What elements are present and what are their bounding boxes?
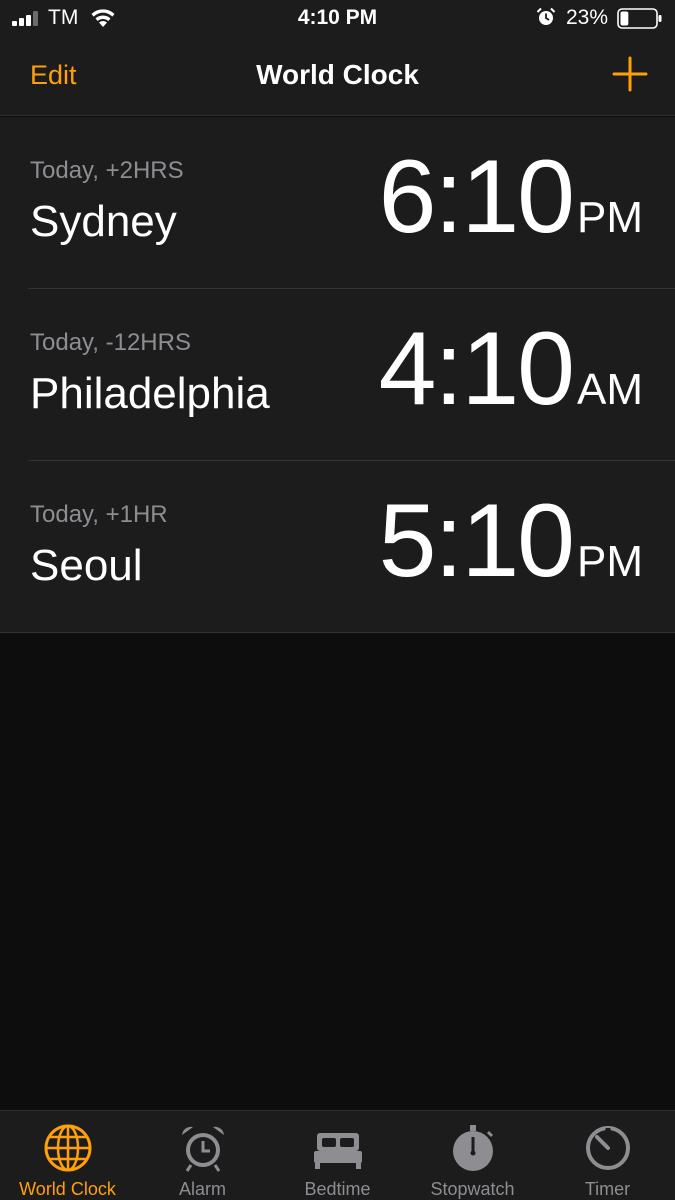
alarm-icon [536, 7, 556, 25]
clock-time: 5:10 PM [379, 489, 643, 593]
battery-percent: 23% [566, 6, 609, 29]
clock-ampm: AM [577, 365, 643, 414]
globe-icon [44, 1124, 91, 1172]
clock-city: Seoul [30, 541, 143, 590]
tab-timer[interactable]: Timer [540, 1111, 675, 1200]
alarm-clock-icon [181, 1126, 224, 1172]
clock-row-philadelphia[interactable]: Today, -12HRS Philadelphia 4:10 AM [0, 289, 675, 461]
tab-bar: World Clock Alarm Bedtime Stopwatch Time… [0, 1110, 675, 1200]
clock-offset: Today, -12HRS [30, 329, 191, 356]
edit-button[interactable]: Edit [30, 60, 77, 91]
clock-city: Sydney [30, 197, 177, 246]
tab-label: Stopwatch [430, 1179, 515, 1199]
clock-offset: Today, +1HR [30, 501, 168, 528]
world-clock-list: Today, +2HRS Sydney 6:10 PM Today, -12HR… [0, 117, 675, 633]
clock-ampm: PM [577, 537, 643, 586]
plus-icon[interactable] [612, 56, 648, 92]
tab-stopwatch[interactable]: Stopwatch [405, 1111, 540, 1200]
stopwatch-icon [452, 1125, 493, 1171]
clock-time-value: 6:10 [378, 139, 575, 255]
battery-icon [617, 8, 662, 29]
tab-label: Alarm [178, 1179, 226, 1199]
clock-row-sydney[interactable]: Today, +2HRS Sydney 6:10 PM [0, 117, 675, 289]
row-divider [0, 632, 675, 633]
status-bar: TM 4:10 PM 23% [0, 0, 675, 40]
clock-time: 4:10 AM [379, 317, 643, 421]
clock-time-value: 5:10 [378, 483, 575, 599]
clock-city: Philadelphia [30, 369, 270, 418]
tab-bedtime[interactable]: Bedtime [270, 1111, 405, 1200]
tab-label: World Clock [19, 1179, 116, 1199]
clock-time: 6:10 PM [379, 145, 643, 249]
clock-ampm: PM [577, 193, 643, 242]
page-title: World Clock [256, 59, 419, 90]
tab-world-clock[interactable]: World Clock [0, 1111, 135, 1200]
nav-bar: Edit World Clock [0, 40, 675, 116]
bed-icon [313, 1133, 362, 1169]
clock-time-value: 4:10 [378, 311, 575, 427]
tab-label: Timer [584, 1179, 631, 1199]
timer-icon [585, 1126, 630, 1170]
clock-offset: Today, +2HRS [30, 157, 184, 184]
tab-alarm[interactable]: Alarm [135, 1111, 270, 1200]
clock-row-seoul[interactable]: Today, +1HR Seoul 5:10 PM [0, 461, 675, 633]
tab-label: Bedtime [304, 1179, 371, 1199]
